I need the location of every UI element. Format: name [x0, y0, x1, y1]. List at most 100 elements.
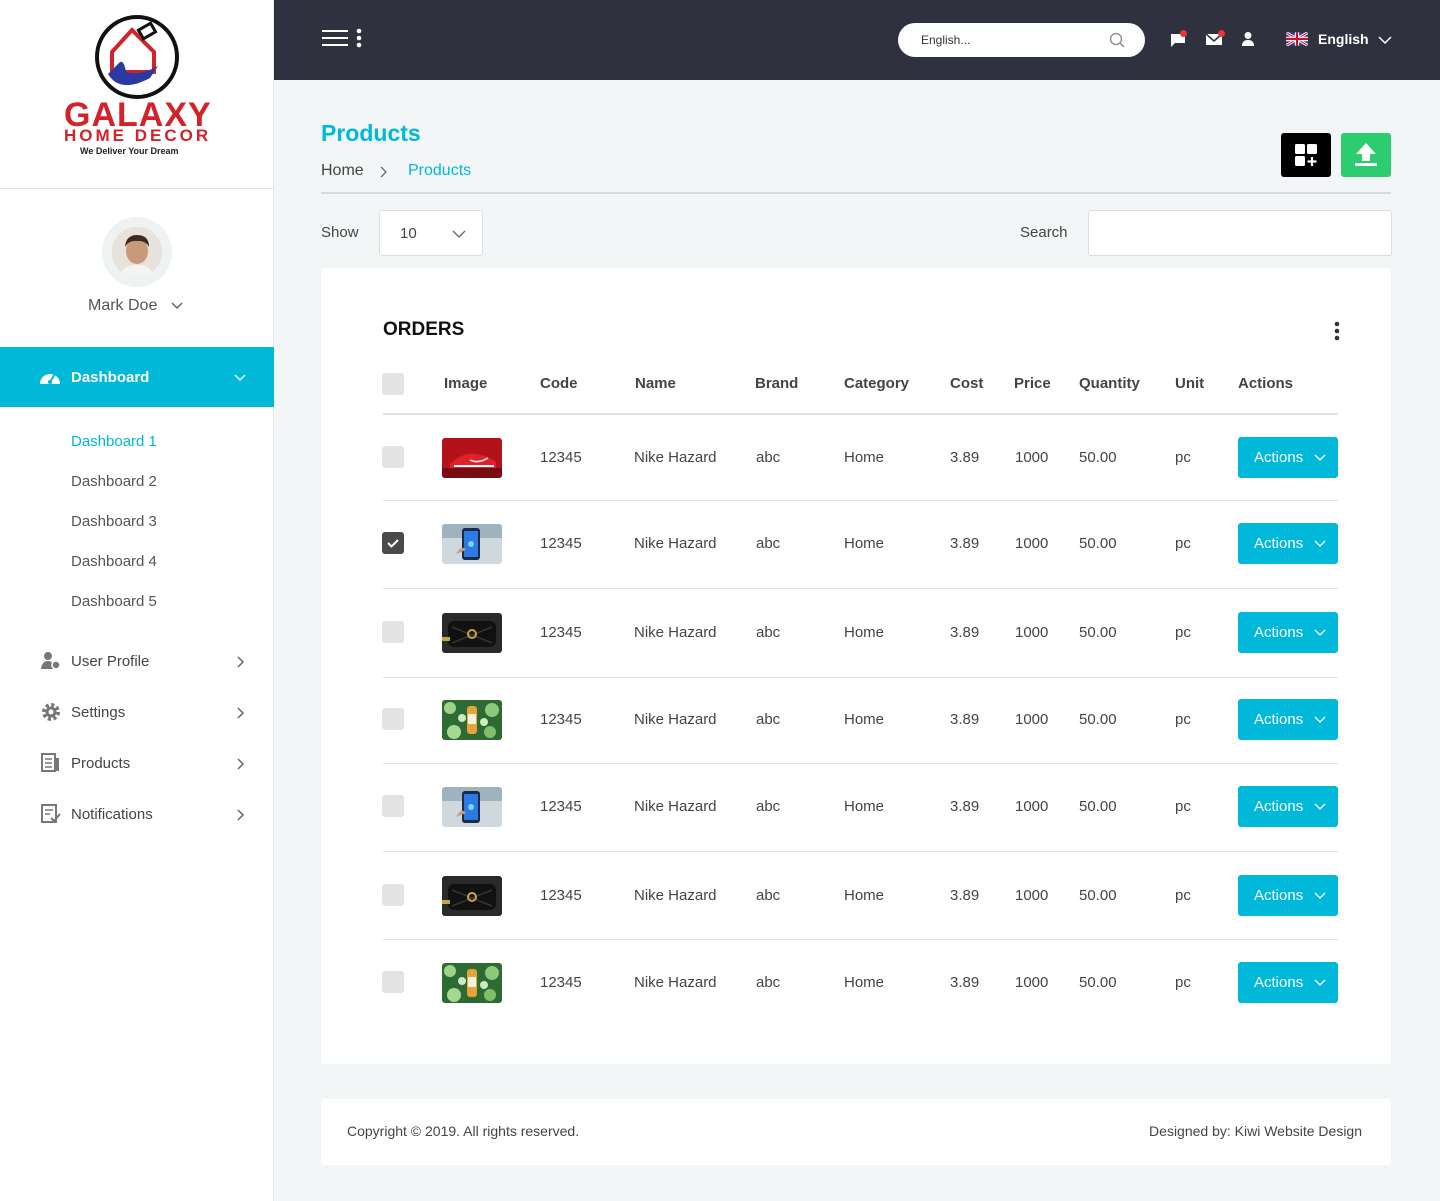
kebab-menu-icon[interactable]	[1334, 321, 1340, 341]
hamburger-menu-icon[interactable]	[322, 29, 348, 47]
cell-quantity: 50.00	[1079, 887, 1117, 904]
column-header-code[interactable]: Code	[540, 375, 578, 392]
top-search-input[interactable]: English...	[898, 23, 1145, 57]
language-selector[interactable]: English	[1318, 31, 1369, 47]
top-search-placeholder: English...	[921, 33, 971, 47]
row-checkbox[interactable]	[382, 884, 404, 906]
search-icon[interactable]	[1109, 32, 1125, 48]
chevron-down-icon[interactable]	[170, 299, 184, 313]
cell-unit: pc	[1175, 887, 1191, 904]
sidebar-subitem-dashboard-4[interactable]: Dashboard 4	[71, 553, 157, 570]
user-name[interactable]: Mark Doe	[88, 297, 157, 315]
chevron-down-icon[interactable]	[1378, 34, 1392, 46]
galaxy-logo-icon	[95, 15, 179, 99]
row-actions-label: Actions	[1254, 887, 1304, 904]
row-actions-button[interactable]: Actions	[1238, 437, 1338, 478]
sidebar-item-label: Settings	[71, 704, 126, 721]
select-all-checkbox[interactable]	[382, 373, 404, 395]
row-checkbox[interactable]	[382, 446, 404, 468]
row-actions-button[interactable]: Actions	[1238, 612, 1338, 653]
cell-price: 1000	[1015, 974, 1049, 991]
sidebar-subitem-dashboard-1[interactable]: Dashboard 1	[71, 433, 157, 450]
cell-name: Nike Hazard	[634, 624, 717, 641]
uk-flag-icon[interactable]	[1286, 32, 1308, 46]
row-actions-button[interactable]: Actions	[1238, 962, 1338, 1003]
user-icon	[1242, 32, 1254, 46]
column-header-unit[interactable]: Unit	[1175, 375, 1204, 392]
row-divider	[383, 500, 1338, 501]
row-checkbox[interactable]	[382, 532, 404, 554]
sidebar-subitem-dashboard-2[interactable]: Dashboard 2	[71, 473, 157, 490]
chevron-right-icon	[237, 809, 245, 821]
column-header-price[interactable]: Price	[1014, 375, 1051, 392]
cell-category: Home	[844, 535, 885, 552]
chevron-down-icon	[452, 230, 466, 238]
cell-category: Home	[844, 798, 885, 815]
cell-cost: 3.89	[950, 798, 980, 815]
sidebar-item-products[interactable]: Products	[0, 743, 274, 783]
table-search-input[interactable]	[1088, 210, 1392, 256]
cell-name: Nike Hazard	[634, 887, 717, 904]
column-header-brand[interactable]: Brand	[755, 375, 798, 392]
chevron-right-icon	[237, 656, 245, 668]
row-actions-button[interactable]: Actions	[1238, 875, 1338, 916]
upload-button[interactable]	[1341, 133, 1391, 177]
row-actions-button[interactable]: Actions	[1238, 699, 1338, 740]
row-actions-label: Actions	[1254, 711, 1304, 728]
row-actions-button[interactable]: Actions	[1238, 523, 1338, 564]
column-header-category[interactable]: Category	[844, 375, 909, 392]
sidebar-item-user-profile[interactable]: User Profile	[0, 641, 274, 681]
sidebar-subitem-dashboard-5[interactable]: Dashboard 5	[71, 593, 157, 610]
cell-cost: 3.89	[950, 449, 980, 466]
user-account-button[interactable]	[1241, 31, 1255, 52]
products-icon	[41, 753, 59, 772]
row-checkbox[interactable]	[382, 621, 404, 643]
column-header-image[interactable]: Image	[444, 375, 487, 392]
mail-button[interactable]	[1205, 30, 1225, 52]
row-actions-label: Actions	[1254, 624, 1304, 641]
column-header-cost[interactable]: Cost	[950, 375, 983, 392]
sidebar-item-notifications[interactable]: Notifications	[0, 794, 274, 834]
row-actions-button[interactable]: Actions	[1238, 786, 1338, 827]
gear-icon	[42, 703, 60, 721]
cell-quantity: 50.00	[1079, 711, 1117, 728]
designed-by-link[interactable]: Designed by: Kiwi Website Design	[1149, 1123, 1362, 1139]
cell-unit: pc	[1175, 974, 1191, 991]
row-checkbox[interactable]	[382, 795, 404, 817]
row-actions-label: Actions	[1254, 798, 1304, 815]
logo[interactable]: GALAXY HOME DECOR We Deliver Your Dream	[0, 0, 273, 189]
kebab-menu-icon[interactable]	[356, 28, 362, 48]
sidebar-subitem-dashboard-3[interactable]: Dashboard 3	[71, 513, 157, 530]
chevron-down-icon	[1314, 892, 1326, 899]
row-checkbox[interactable]	[382, 708, 404, 730]
avatar[interactable]	[102, 217, 172, 287]
sidebar-item-settings[interactable]: Settings	[0, 692, 274, 732]
grid-add-icon	[1295, 144, 1317, 166]
cell-cost: 3.89	[950, 974, 980, 991]
sidebar-item-label: Products	[71, 755, 131, 772]
table-header-divider	[383, 413, 1338, 415]
cell-brand: abc	[756, 711, 781, 728]
sidebar-item-dashboard[interactable]: Dashboard	[0, 347, 274, 407]
header-divider	[321, 192, 1391, 194]
row-divider	[383, 939, 1338, 940]
breadcrumb-home[interactable]: Home	[321, 162, 364, 180]
chat-button[interactable]	[1170, 30, 1188, 53]
show-entries-select[interactable]: 10	[379, 210, 483, 256]
footer: Copyright © 2019. All rights reserved. D…	[321, 1099, 1391, 1165]
cell-price: 1000	[1015, 887, 1049, 904]
cell-code: 12345	[540, 535, 582, 552]
cell-brand: abc	[756, 887, 781, 904]
breadcrumb-current[interactable]: Products	[408, 162, 471, 180]
cell-code: 12345	[540, 798, 582, 815]
column-header-quantity[interactable]: Quantity	[1079, 375, 1140, 392]
cell-name: Nike Hazard	[634, 798, 717, 815]
column-header-name[interactable]: Name	[635, 375, 676, 392]
cell-cost: 3.89	[950, 711, 980, 728]
row-checkbox[interactable]	[382, 971, 404, 993]
cell-cost: 3.89	[950, 535, 980, 552]
add-widget-button[interactable]	[1281, 133, 1331, 177]
sidebar-item-label: Dashboard	[71, 369, 150, 386]
cell-price: 1000	[1015, 449, 1049, 466]
orders-card: ORDERS Image Code Name Brand Category Co…	[321, 268, 1391, 1064]
